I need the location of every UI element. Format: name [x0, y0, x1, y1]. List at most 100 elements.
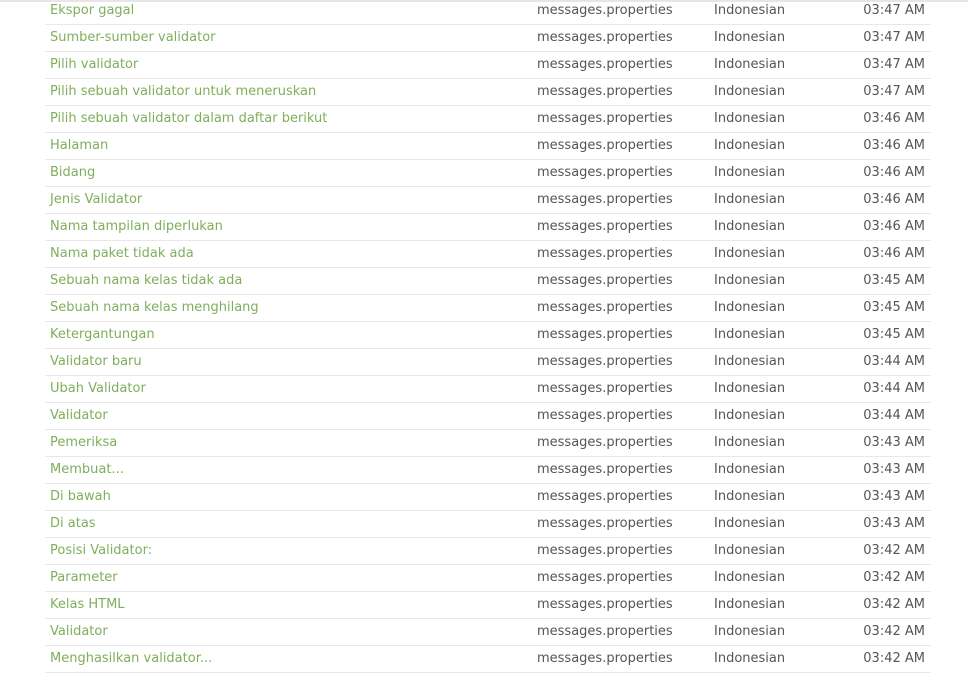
language-cell: Indonesian	[714, 624, 786, 639]
translation-text-link[interactable]: Kelas HTML	[50, 597, 125, 613]
timestamp-cell: 03:46 AM	[863, 246, 925, 261]
timestamp-cell: 03:44 AM	[863, 354, 925, 369]
language-cell: Indonesian	[714, 354, 786, 369]
language-cell: Indonesian	[714, 435, 786, 450]
table-row[interactable]: Validator messages.properties Indonesian…	[45, 403, 931, 430]
translation-text-link[interactable]: Nama tampilan diperlukan	[50, 219, 223, 235]
table-row[interactable]: Pilih validator messages.properties Indo…	[45, 52, 931, 79]
table-row[interactable]: Validator messages.properties Indonesian…	[45, 619, 931, 646]
translation-text-link[interactable]: Pemeriksa	[50, 435, 117, 451]
translations-table: Ekspor gagal messages.properties Indones…	[45, 0, 931, 673]
timestamp-cell: 03:43 AM	[863, 435, 925, 450]
translation-text-link[interactable]: Validator	[50, 408, 108, 424]
file-name-cell: messages.properties	[537, 597, 673, 612]
table-row[interactable]: Kelas HTML messages.properties Indonesia…	[45, 592, 931, 619]
translation-text-link[interactable]: Posisi Validator:	[50, 543, 152, 559]
file-name-cell: messages.properties	[537, 570, 673, 585]
timestamp-cell: 03:47 AM	[863, 57, 925, 72]
language-cell: Indonesian	[714, 273, 786, 288]
table-row[interactable]: Pilih sebuah validator untuk meneruskan …	[45, 79, 931, 106]
translation-text-link[interactable]: Sumber-sumber validator	[50, 30, 216, 46]
timestamp-cell: 03:42 AM	[863, 624, 925, 639]
table-row[interactable]: Nama tampilan diperlukan messages.proper…	[45, 214, 931, 241]
timestamp-cell: 03:44 AM	[863, 408, 925, 423]
table-row[interactable]: Jenis Validator messages.properties Indo…	[45, 187, 931, 214]
translation-text-link[interactable]: Bidang	[50, 165, 95, 181]
language-cell: Indonesian	[714, 165, 786, 180]
table-row[interactable]: Menghasilkan validator... messages.prope…	[45, 646, 931, 673]
translation-text-link[interactable]: Menghasilkan validator...	[50, 651, 212, 667]
language-cell: Indonesian	[714, 570, 786, 585]
file-name-cell: messages.properties	[537, 381, 673, 396]
language-cell: Indonesian	[714, 84, 786, 99]
translation-text-link[interactable]: Ketergantungan	[50, 327, 155, 343]
translation-text-link[interactable]: Ekspor gagal	[50, 3, 134, 19]
file-name-cell: messages.properties	[537, 543, 673, 558]
translation-text-link[interactable]: Nama paket tidak ada	[50, 246, 194, 262]
table-row[interactable]: Sebuah nama kelas menghilang messages.pr…	[45, 295, 931, 322]
file-name-cell: messages.properties	[537, 192, 673, 207]
table-row[interactable]: Di bawah messages.properties Indonesian …	[45, 484, 931, 511]
file-name-cell: messages.properties	[537, 516, 673, 531]
translation-text-link[interactable]: Di bawah	[50, 489, 111, 505]
table-row[interactable]: Sumber-sumber validator messages.propert…	[45, 25, 931, 52]
table-row[interactable]: Pemeriksa messages.properties Indonesian…	[45, 430, 931, 457]
translation-text-link[interactable]: Parameter	[50, 570, 118, 586]
table-row[interactable]: Halaman messages.properties Indonesian 0…	[45, 133, 931, 160]
language-cell: Indonesian	[714, 489, 786, 504]
language-cell: Indonesian	[714, 516, 786, 531]
language-cell: Indonesian	[714, 462, 786, 477]
language-cell: Indonesian	[714, 138, 786, 153]
translation-text-link[interactable]: Jenis Validator	[50, 192, 142, 208]
file-name-cell: messages.properties	[537, 111, 673, 126]
file-name-cell: messages.properties	[537, 624, 673, 639]
table-row[interactable]: Sebuah nama kelas tidak ada messages.pro…	[45, 268, 931, 295]
table-row[interactable]: Ekspor gagal messages.properties Indones…	[45, 0, 931, 25]
table-row[interactable]: Ubah Validator messages.properties Indon…	[45, 376, 931, 403]
translation-text-link[interactable]: Pilih sebuah validator untuk meneruskan	[50, 84, 316, 100]
file-name-cell: messages.properties	[537, 273, 673, 288]
timestamp-cell: 03:45 AM	[863, 273, 925, 288]
translation-text-link[interactable]: Validator baru	[50, 354, 142, 370]
translation-text-link[interactable]: Halaman	[50, 138, 108, 154]
timestamp-cell: 03:46 AM	[863, 192, 925, 207]
file-name-cell: messages.properties	[537, 300, 673, 315]
table-row[interactable]: Parameter messages.properties Indonesian…	[45, 565, 931, 592]
translation-text-link[interactable]: Pilih validator	[50, 57, 138, 73]
table-row[interactable]: Di atas messages.properties Indonesian 0…	[45, 511, 931, 538]
translation-text-link[interactable]: Membuat...	[50, 462, 124, 478]
table-row[interactable]: Nama paket tidak ada messages.properties…	[45, 241, 931, 268]
file-name-cell: messages.properties	[537, 30, 673, 45]
file-name-cell: messages.properties	[537, 3, 673, 18]
language-cell: Indonesian	[714, 543, 786, 558]
translation-text-link[interactable]: Ubah Validator	[50, 381, 146, 397]
language-cell: Indonesian	[714, 57, 786, 72]
timestamp-cell: 03:43 AM	[863, 516, 925, 531]
language-cell: Indonesian	[714, 3, 786, 18]
translation-text-link[interactable]: Sebuah nama kelas menghilang	[50, 300, 259, 316]
language-cell: Indonesian	[714, 246, 786, 261]
table-row[interactable]: Ketergantungan messages.properties Indon…	[45, 322, 931, 349]
file-name-cell: messages.properties	[537, 408, 673, 423]
translation-text-link[interactable]: Validator	[50, 624, 108, 640]
timestamp-cell: 03:43 AM	[863, 489, 925, 504]
translation-text-link[interactable]: Pilih sebuah validator dalam daftar beri…	[50, 111, 327, 127]
file-name-cell: messages.properties	[537, 165, 673, 180]
timestamp-cell: 03:47 AM	[863, 30, 925, 45]
table-row[interactable]: Posisi Validator: messages.properties In…	[45, 538, 931, 565]
translation-text-link[interactable]: Di atas	[50, 516, 96, 532]
translation-text-link[interactable]: Sebuah nama kelas tidak ada	[50, 273, 242, 289]
table-row[interactable]: Pilih sebuah validator dalam daftar beri…	[45, 106, 931, 133]
timestamp-cell: 03:46 AM	[863, 138, 925, 153]
table-row[interactable]: Bidang messages.properties Indonesian 03…	[45, 160, 931, 187]
table-row[interactable]: Membuat... messages.properties Indonesia…	[45, 457, 931, 484]
language-cell: Indonesian	[714, 219, 786, 234]
table-row[interactable]: Validator baru messages.properties Indon…	[45, 349, 931, 376]
timestamp-cell: 03:44 AM	[863, 381, 925, 396]
file-name-cell: messages.properties	[537, 462, 673, 477]
timestamp-cell: 03:46 AM	[863, 165, 925, 180]
timestamp-cell: 03:42 AM	[863, 651, 925, 666]
timestamp-cell: 03:46 AM	[863, 111, 925, 126]
timestamp-cell: 03:46 AM	[863, 219, 925, 234]
file-name-cell: messages.properties	[537, 219, 673, 234]
